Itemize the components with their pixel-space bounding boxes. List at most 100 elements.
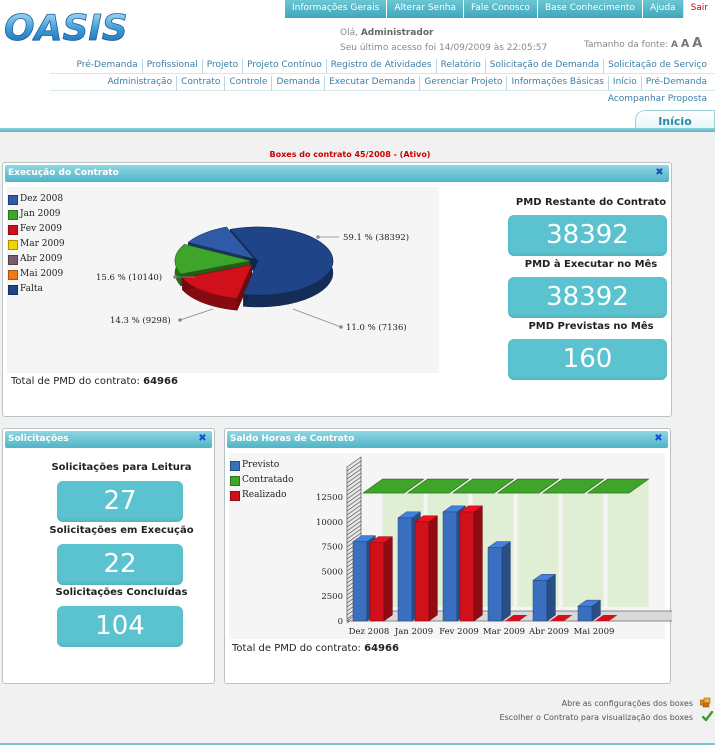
pie-leader-line xyxy=(179,308,214,321)
choose-contract-link[interactable]: Escolher o Contrato para visualização do… xyxy=(499,713,693,722)
x-tick-label: Dez 2008 xyxy=(349,627,390,637)
menu-informacoes-basicas[interactable]: Informações Básicas xyxy=(506,76,607,90)
welcome-text: Olá, Administrador xyxy=(340,28,433,38)
pie-marks xyxy=(174,226,334,311)
menu-inicio[interactable]: Início xyxy=(607,76,641,90)
menu-acompanhar-proposta[interactable]: Acompanhar Proposta xyxy=(604,93,711,107)
topnav-fale-conosco[interactable]: Fale Conosco xyxy=(463,0,537,18)
legend-swatch xyxy=(8,284,18,295)
pie-chart: 59.1 % (38392) 15.6 % (10140) 14.3 % (92… xyxy=(96,226,409,333)
pie-leader-dot xyxy=(339,325,343,329)
user-name: Administrador xyxy=(360,28,434,38)
menu-contrato[interactable]: Contrato xyxy=(176,76,224,90)
svg-text:OASIS: OASIS xyxy=(4,8,128,46)
legend-item: Jan 2009 xyxy=(8,207,65,222)
panel-header: Solicitações ✖ xyxy=(5,431,212,448)
top-navigation: Informações Gerais Alterar Senha Fale Co… xyxy=(284,0,715,18)
legend-item: Falta xyxy=(8,282,65,297)
panel-title: Saldo Horas de Contrato xyxy=(230,434,355,444)
pmd-total-value: 64966 xyxy=(364,643,399,654)
pmd-total-label: Total de PMD do contrato: xyxy=(11,376,140,387)
legend-swatch xyxy=(8,194,18,205)
greeting: Olá, xyxy=(340,28,358,38)
pmd-previstas-mes-value: 160 xyxy=(508,339,667,380)
legend-item: Mar 2009 xyxy=(8,237,65,252)
x-tick-label: Fev 2009 xyxy=(439,627,479,637)
bar-chart: 0 2500 5000 7500 10000 12500 Dez 2008 Jan 2009 F… xyxy=(316,456,672,637)
solicitacoes-execucao-label: Solicitações em Execução xyxy=(49,525,194,536)
menu-registro-atividades[interactable]: Registro de Atividades xyxy=(325,59,436,73)
menu-pre-demanda[interactable]: Pré-Demanda xyxy=(72,59,141,73)
menu-solicitacao-servico[interactable]: Solicitação de Serviço xyxy=(603,59,711,73)
menu-divider xyxy=(50,73,715,74)
last-access-text: Seu último acesso foi 14/09/2009 às 22:0… xyxy=(340,43,548,53)
y-tick-label: 5000 xyxy=(321,567,343,577)
menu-relatorio[interactable]: Relatório xyxy=(435,59,485,73)
solicitacoes-concluidas-value[interactable]: 104 xyxy=(57,606,183,647)
menu-executar-demanda[interactable]: Executar Demanda xyxy=(324,76,419,90)
bar-realizado xyxy=(414,515,439,622)
menu-row-2: Administração Contrato Controle Demanda … xyxy=(103,76,711,90)
pmd-restante-label: PMD Restante do Contrato xyxy=(515,197,667,208)
oasis-logo[interactable]: OASIS xyxy=(4,6,134,46)
menu-administracao[interactable]: Administração xyxy=(103,76,176,90)
settings-boxes-icon[interactable] xyxy=(700,697,711,708)
menu-solicitacao-demanda[interactable]: Solicitação de Demanda xyxy=(484,59,603,73)
bar-previsto-front xyxy=(532,580,548,622)
bar-realizado xyxy=(459,505,484,622)
panel-header: Execução do Contrato ✖ xyxy=(5,165,669,182)
font-size-medium-button[interactable]: A xyxy=(681,37,690,50)
boxes-title: Boxes do contrato 45/2008 - (Ativo) xyxy=(269,150,431,159)
legend-swatch xyxy=(8,254,18,265)
pie-label: 11.0 % (7136) xyxy=(346,322,407,333)
menu-projeto-continuo[interactable]: Projeto Contínuo xyxy=(242,59,326,73)
menu-projeto[interactable]: Projeto xyxy=(201,59,242,73)
x-tick-label: Abr 2009 xyxy=(528,627,569,637)
legend-label: Falta xyxy=(20,284,43,294)
font-size-small-button[interactable]: A xyxy=(671,40,678,50)
x-tick-label: Mar 2009 xyxy=(483,627,525,637)
bar-realizado xyxy=(369,536,394,622)
bar-realizado-front xyxy=(459,511,475,622)
close-icon[interactable]: ✖ xyxy=(197,433,208,444)
font-size-label: Tamanho da fonte: xyxy=(584,40,669,50)
config-boxes-link[interactable]: Abre as configurações dos boxes xyxy=(562,699,693,708)
solicitacoes-execucao-value[interactable]: 22 xyxy=(57,544,183,585)
y-tick-label: 7500 xyxy=(321,543,343,553)
bar-previsto-front xyxy=(352,541,368,622)
topnav-informacoes-gerais[interactable]: Informações Gerais xyxy=(284,0,387,18)
pie-leader-dot xyxy=(178,318,182,322)
solicitacoes-leitura-label: Solicitações para Leitura xyxy=(51,462,192,473)
menu-controle[interactable]: Controle xyxy=(224,76,271,90)
bar-contratado-panel xyxy=(562,479,604,607)
legend-item: Mai 2009 xyxy=(8,267,65,282)
bar-realizado-front xyxy=(369,542,385,622)
solicitacoes-concluidas-label: Solicitações Concluídas xyxy=(55,587,188,598)
solicitacoes-leitura-value[interactable]: 27 xyxy=(57,481,183,522)
pie-leader-line xyxy=(292,308,342,328)
pie-label: 59.1 % (38392) xyxy=(343,232,409,243)
font-size-large-button[interactable]: A xyxy=(692,36,702,51)
pmd-executar-mes-label: PMD à Executar no Mês xyxy=(524,259,658,270)
logout-button[interactable]: Sair xyxy=(682,0,715,18)
check-icon[interactable] xyxy=(702,711,713,722)
bar-previsto-front xyxy=(397,517,413,622)
bar-realizado-side xyxy=(473,505,483,622)
close-icon[interactable]: ✖ xyxy=(654,167,665,178)
pmd-total-value: 64966 xyxy=(143,376,178,387)
bar-previsto-front xyxy=(487,547,503,622)
menu-pre-demanda-2[interactable]: Pré-Demanda xyxy=(640,76,711,90)
topnav-alterar-senha[interactable]: Alterar Senha xyxy=(386,0,464,18)
pie-leader-dot xyxy=(316,235,320,239)
close-icon[interactable]: ✖ xyxy=(653,433,664,444)
menu-demanda[interactable]: Demanda xyxy=(271,76,324,90)
menu-row-1: Pré-Demanda Profissional Projeto Projeto… xyxy=(72,59,711,73)
menu-divider xyxy=(50,90,715,91)
menu-gerenciar-projeto[interactable]: Gerenciar Projeto xyxy=(419,76,506,90)
topnav-base-conhecimento[interactable]: Base Conhecimento xyxy=(536,0,642,18)
pmd-previstas-mes-label: PMD Previstas no Mês xyxy=(528,321,654,332)
topnav-ajuda[interactable]: Ajuda xyxy=(641,0,683,18)
legend-label: Mar 2009 xyxy=(20,239,65,249)
menu-profissional[interactable]: Profissional xyxy=(141,59,202,73)
bar-previsto-side xyxy=(546,573,556,622)
